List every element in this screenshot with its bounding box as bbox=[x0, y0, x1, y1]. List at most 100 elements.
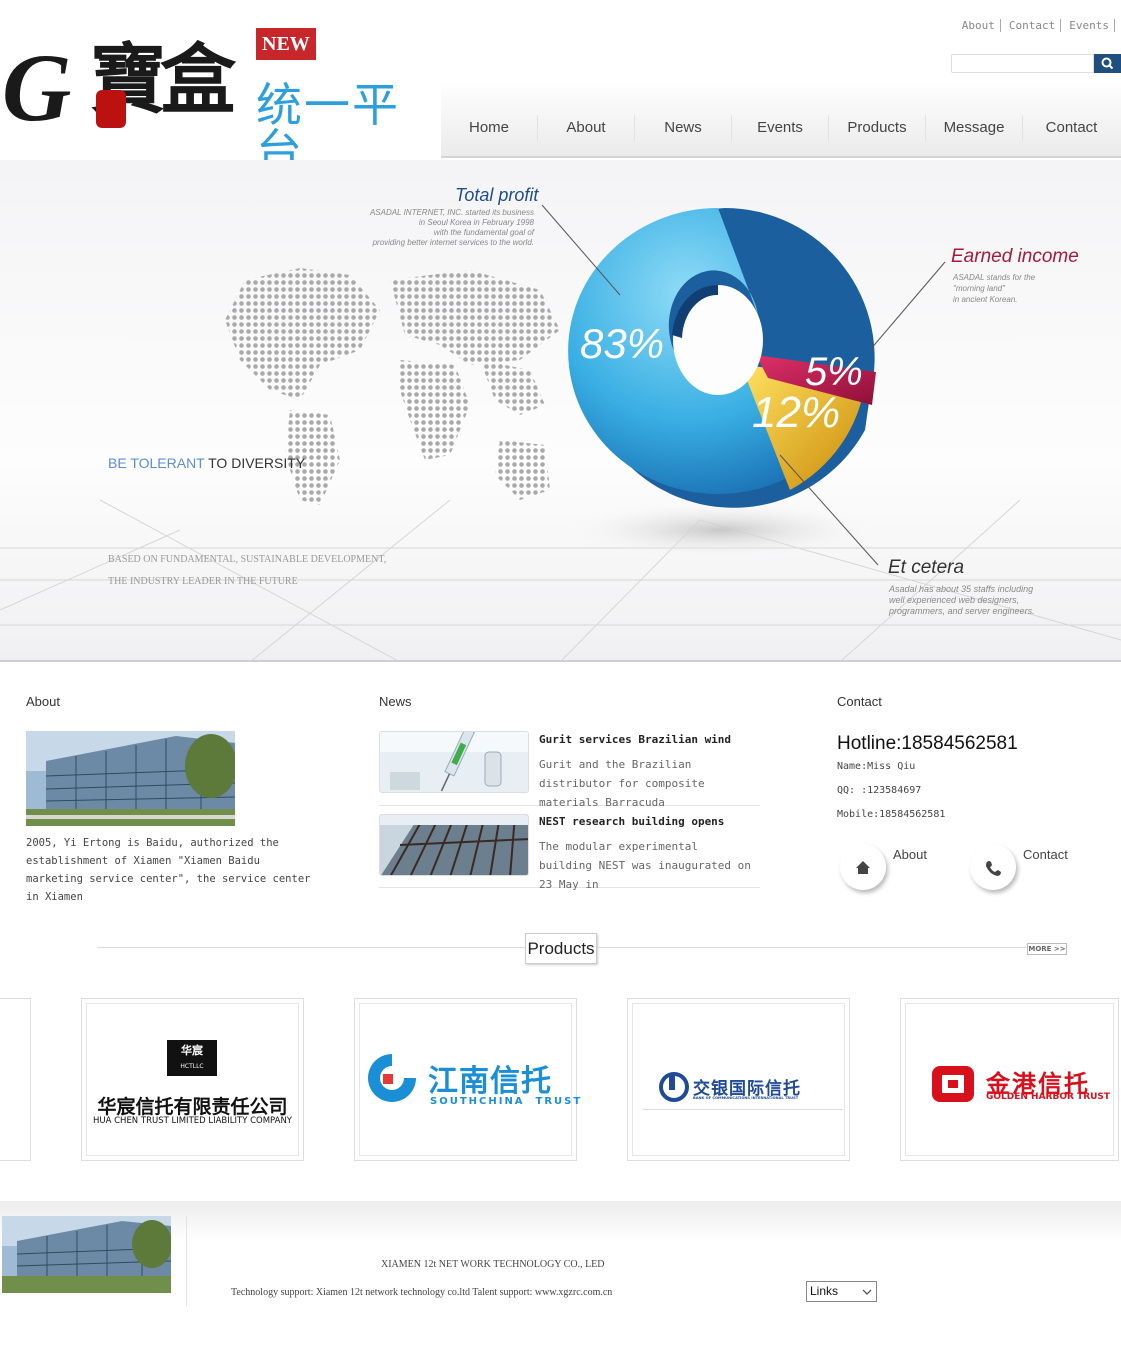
bocom-en: BANK OF COMMUNICATIONS INTERNATIONAL TRU… bbox=[693, 1096, 799, 1100]
hero-banner: Total profit ASADAL INTERNET, INC. start… bbox=[0, 160, 1121, 662]
about-section-title: About bbox=[26, 694, 60, 709]
total-profit-line: providing better internet services to th… bbox=[372, 238, 534, 247]
news-thumb-building bbox=[379, 814, 529, 876]
huachen-cn: 华宸信托有限责任公司 bbox=[97, 1096, 288, 1118]
tagline-blue: BE TOLERANT bbox=[108, 455, 205, 471]
total-profit-line: with the fundamental goal of bbox=[433, 228, 534, 237]
nav-products[interactable]: Products bbox=[829, 115, 926, 141]
earned-income-title: Earned income bbox=[951, 246, 1079, 267]
logo-new-badge: NEW bbox=[256, 28, 316, 60]
contact-section-title: Contact bbox=[837, 694, 882, 709]
top-links: About Contact Events bbox=[954, 19, 1115, 32]
top-link-about[interactable]: About bbox=[954, 19, 1001, 32]
banner-tagline: BE TOLERANT TO DIVERSITY bbox=[108, 455, 305, 471]
news-thumb-syringe bbox=[379, 731, 529, 793]
contact-qq: QQ: :123584697 bbox=[837, 785, 922, 796]
nav-about[interactable]: About bbox=[538, 115, 635, 141]
huachen-badge-sub: HCTLLC bbox=[180, 1063, 204, 1070]
news-section-title: News bbox=[379, 694, 412, 709]
carousel-edge-left bbox=[0, 998, 31, 1161]
links-select[interactable]: Links bbox=[806, 1281, 877, 1302]
product-logo-southchina[interactable]: 江南信托 SOUTHCHINA TRUST bbox=[354, 998, 580, 1161]
earned-income-desc: ASADAL stands for the "morning land" in … bbox=[953, 272, 1035, 305]
footer-support: Technology support: Xiamen 12t network t… bbox=[231, 1287, 613, 1298]
pie-label-5: 5% bbox=[805, 350, 863, 394]
search-icon bbox=[1101, 57, 1114, 70]
product-logo-goldenharbor[interactable]: 金港信托 GOLDEN HARBOR TRUST bbox=[900, 998, 1119, 1161]
about-text: 2005, Yi Ertong is Baidu, authorized the… bbox=[26, 837, 311, 903]
et-cetera-desc: Asadal has about 35 staffs including wel… bbox=[889, 584, 1035, 617]
tagline-dark: TO DIVERSITY bbox=[208, 455, 306, 471]
pie-label-12: 12% bbox=[752, 388, 841, 437]
earned-income-line: "morning land" bbox=[953, 284, 1005, 293]
search-button[interactable] bbox=[1094, 54, 1121, 73]
news-item-desc: Gurit and the Brazilian distributor for … bbox=[539, 758, 705, 809]
contact-contact-link[interactable]: Contact bbox=[1023, 847, 1068, 862]
footer-company: XIAMEN 12t NET WORK TECHNOLOGY CO., LED bbox=[381, 1259, 605, 1270]
earned-income-line: in ancient Korean. bbox=[953, 295, 1018, 304]
nav-contact[interactable]: Contact bbox=[1023, 115, 1120, 141]
huachen-en: HUA CHEN TRUST LIMITED LIABILITY COMPANY bbox=[92, 1116, 293, 1126]
et-cetera-title: Et cetera bbox=[888, 557, 965, 578]
pie-label-83: 83% bbox=[580, 320, 665, 367]
nav-message[interactable]: Message bbox=[926, 115, 1023, 141]
southchina-emblem-icon bbox=[368, 1054, 416, 1102]
footer-building-image bbox=[2, 1216, 171, 1293]
more-button[interactable]: MORE >> bbox=[1027, 943, 1067, 955]
footer-divider bbox=[186, 1216, 187, 1306]
logo-seal-icon bbox=[96, 90, 126, 128]
top-link-contact[interactable]: Contact bbox=[1001, 19, 1062, 32]
et-cetera-line: well experienced web designers, bbox=[889, 595, 1020, 605]
about-home-button[interactable] bbox=[840, 844, 886, 890]
glass-building-image bbox=[380, 815, 528, 875]
header: G 寶盒 NEW 统一平台 About Contact Events Home … bbox=[0, 0, 1121, 174]
southchina-cn: 江南信托 bbox=[428, 1064, 552, 1099]
contact-about-link[interactable]: About bbox=[893, 847, 927, 862]
huachen-badge-text: 华宸 bbox=[181, 1044, 203, 1057]
goldenharbor-en: GOLDEN HARBOR TRUST bbox=[986, 1092, 1111, 1102]
huachen-badge: 华宸 HCTLLC bbox=[167, 1040, 217, 1076]
banner-slogan-2: THE INDUSTRY LEADER IN THE FUTURE bbox=[108, 576, 298, 587]
goldenharbor-emblem-icon bbox=[932, 1066, 974, 1102]
pie-shadow bbox=[565, 502, 875, 558]
footer: XIAMEN 12t NET WORK TECHNOLOGY CO., LED … bbox=[0, 1201, 1121, 1359]
main-nav: Home About News Events Products Message … bbox=[441, 80, 1121, 158]
banner-slogan-1: BASED ON FUNDAMENTAL, SUSTAINABLE DEVELO… bbox=[108, 554, 387, 565]
product-logo-bocom[interactable]: 交银国际信托 BANK OF COMMUNICATIONS INTERNATIO… bbox=[627, 998, 850, 1161]
contact-name: Name:Miss Qiu bbox=[837, 761, 916, 772]
product-logo-huachen[interactable]: 华宸 HCTLLC 华宸信托有限责任公司 HUA CHEN TRUST LIMI… bbox=[81, 998, 304, 1161]
et-cetera-line: programmers, and server engineers. bbox=[889, 606, 1035, 616]
footer-image bbox=[2, 1216, 171, 1293]
home-icon bbox=[856, 861, 870, 874]
site-logo[interactable]: G 寶盒 NEW 统一平台 bbox=[0, 20, 445, 174]
total-profit-title: Total profit bbox=[455, 185, 539, 205]
contact-hotline: Hotline:18584562581 bbox=[837, 733, 1018, 754]
nav-home[interactable]: Home bbox=[441, 115, 538, 141]
search-bar bbox=[951, 54, 1121, 73]
total-profit-line: ASADAL INTERNET, INC. started its busine… bbox=[369, 208, 534, 217]
syringe-image bbox=[380, 732, 528, 792]
earned-income-line: ASADAL stands for the bbox=[953, 273, 1036, 282]
contact-phone-button[interactable] bbox=[970, 844, 1016, 890]
building-image bbox=[26, 731, 235, 826]
chevron-down-icon bbox=[862, 1289, 872, 1295]
nav-events[interactable]: Events bbox=[732, 115, 829, 141]
bocom-emblem-icon bbox=[659, 1072, 689, 1102]
et-cetera-line: Asadal has about 35 staffs including bbox=[889, 584, 1034, 594]
nav-news[interactable]: News bbox=[635, 115, 732, 141]
phone-icon bbox=[986, 861, 1001, 876]
bocom-underline bbox=[643, 1109, 843, 1110]
news-item-desc: The modular experimental building NEST w… bbox=[539, 840, 751, 891]
southchina-en: SOUTHCHINA TRUST bbox=[430, 1096, 583, 1107]
total-profit-line: in Seoul Korea in February 1998 bbox=[418, 218, 534, 227]
about-image[interactable] bbox=[26, 731, 235, 826]
top-link-events[interactable]: Events bbox=[1061, 19, 1115, 32]
contact-mobile: Mobile:18584562581 bbox=[837, 809, 946, 820]
search-input[interactable] bbox=[951, 54, 1094, 73]
news-item-title[interactable]: Gurit services Brazilian wind bbox=[539, 733, 731, 746]
news-item-title[interactable]: NEST research building opens bbox=[539, 815, 724, 828]
news-item[interactable]: Gurit services Brazilian wind Gurit and … bbox=[379, 731, 760, 809]
total-profit-desc: ASADAL INTERNET, INC. started its busine… bbox=[330, 208, 534, 248]
links-select-value: Links bbox=[810, 1284, 839, 1298]
news-item[interactable]: NEST research building opens The modular… bbox=[379, 813, 760, 891]
